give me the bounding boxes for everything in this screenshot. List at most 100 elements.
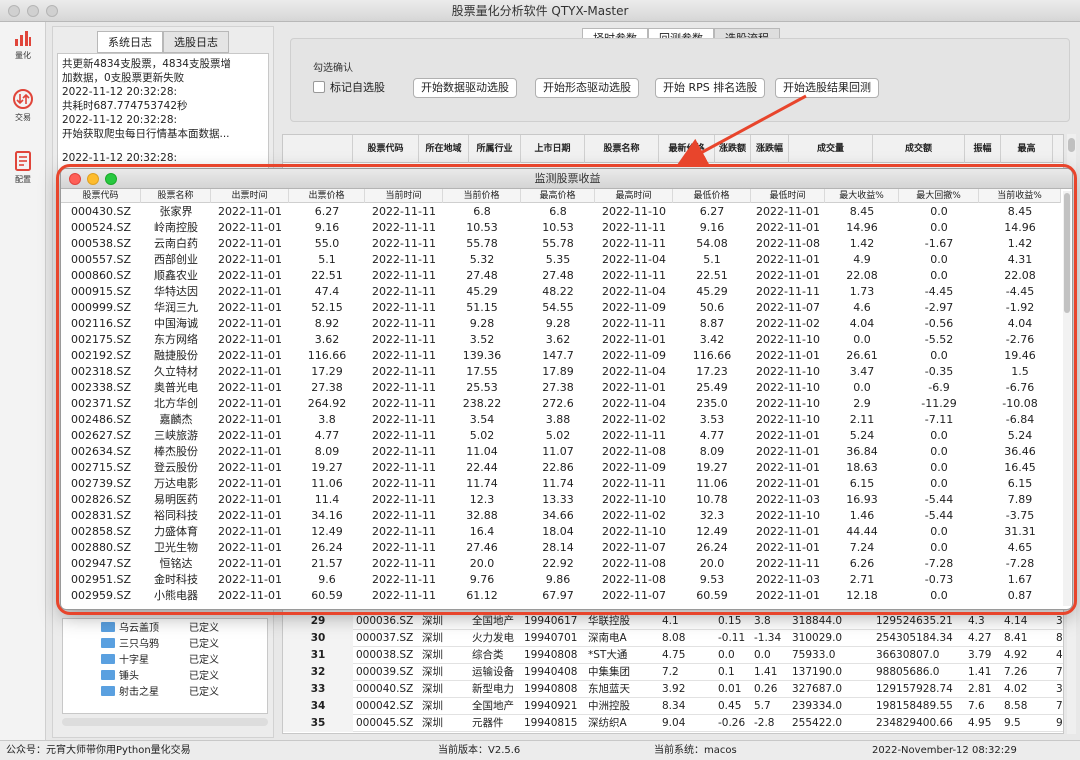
column-header[interactable]: 最低价格 bbox=[673, 189, 751, 203]
table-row[interactable]: 000999.SZ 华润三九 2022-11-01 52.15 2022-11-11 51… bbox=[61, 300, 1061, 316]
table-row[interactable]: 30 000037.SZ 深圳 火力发电 19940701 深南电A 8.08 -0.11 -1… bbox=[283, 630, 1063, 647]
table-row[interactable]: 002192.SZ 融捷股份 2022-11-01 116.66 2022-11-11 1… bbox=[61, 348, 1061, 364]
table-cell: 5.02 bbox=[545, 429, 571, 442]
table-row[interactable]: 002486.SZ 嘉麟杰 2022-11-01 3.8 2022-11-11 3.54 3… bbox=[61, 412, 1061, 428]
column-header[interactable]: 股票名称 bbox=[585, 135, 659, 163]
table-cell: 2022-11-04 bbox=[602, 365, 666, 378]
table-cell: 8.87 bbox=[699, 317, 725, 330]
table-row[interactable]: 000860.SZ 顺鑫农业 2022-11-01 22.51 2022-11-11 27… bbox=[61, 268, 1061, 284]
scrollbar-thumb[interactable] bbox=[1064, 193, 1070, 313]
table-row[interactable]: 002951.SZ 金时科技 2022-11-01 9.6 2022-11-11 9.76… bbox=[61, 572, 1061, 588]
minimize-icon[interactable] bbox=[27, 5, 39, 17]
column-header[interactable]: 上市日期 bbox=[521, 135, 585, 163]
table-cell: 8.08 bbox=[662, 632, 686, 644]
pattern-name: 射击之星 bbox=[119, 687, 159, 698]
column-header[interactable]: 涨跌幅 bbox=[751, 135, 789, 163]
table-row[interactable]: 002831.SZ 裕同科技 2022-11-01 34.16 2022-11-11 32… bbox=[61, 508, 1061, 524]
column-header[interactable]: 最大回撤% bbox=[899, 189, 979, 203]
column-header[interactable]: 股票代码 bbox=[61, 189, 141, 203]
data-driven-select-button[interactable]: 开始数据驱动选股 bbox=[413, 78, 517, 98]
table-row[interactable]: 002116.SZ 中国海诚 2022-11-01 8.92 2022-11-11 9.2… bbox=[61, 316, 1061, 332]
table-cell: 2022-11-07 bbox=[756, 301, 820, 314]
table-row[interactable]: 002858.SZ 力盛体育 2022-11-01 12.49 2022-11-11 16… bbox=[61, 524, 1061, 540]
table-row[interactable]: 31 000038.SZ 深圳 综合类 19940808 *ST大通 4.75 0.0 0.0 7… bbox=[283, 647, 1063, 664]
table-row[interactable]: 002826.SZ 易明医药 2022-11-01 11.4 2022-11-11 12.… bbox=[61, 492, 1061, 508]
table-row[interactable]: 29 000036.SZ 深圳 全国地产 19940617 华联控股 4.1 0.15 3.8 3… bbox=[283, 613, 1063, 630]
column-header[interactable]: 当前收益% bbox=[979, 189, 1061, 203]
table-row[interactable]: 000524.SZ 岭南控股 2022-11-01 9.16 2022-11-11 10.… bbox=[61, 220, 1061, 236]
column-header[interactable]: 当前时间 bbox=[365, 189, 443, 203]
table-row[interactable]: 000557.SZ 西部创业 2022-11-01 5.1 2022-11-11 5.32… bbox=[61, 252, 1061, 268]
row-index: 29 bbox=[283, 613, 353, 630]
pattern-driven-select-button[interactable]: 开始形态驱动选股 bbox=[535, 78, 639, 98]
table-row[interactable]: 002627.SZ 三峡旅游 2022-11-01 4.77 2022-11-11 5.0… bbox=[61, 428, 1061, 444]
table-row[interactable]: 32 000039.SZ 深圳 运输设备 19940408 中集集团 7.2 0.1 1.41 1… bbox=[283, 664, 1063, 681]
table-row[interactable]: 002338.SZ 奥普光电 2022-11-01 27.38 2022-11-11 25… bbox=[61, 380, 1061, 396]
column-header[interactable]: 最高时间 bbox=[595, 189, 673, 203]
table-row[interactable]: 33 000040.SZ 深圳 新型电力 19940808 东旭蓝天 3.92 0.01 0.2… bbox=[283, 681, 1063, 698]
table-cell: 2022-11-01 bbox=[756, 269, 820, 282]
column-header[interactable]: 最大收益% bbox=[825, 189, 899, 203]
column-header[interactable]: 振幅 bbox=[965, 135, 1001, 163]
nav-item-quant[interactable]: 量化 bbox=[0, 28, 46, 61]
table-cell: 54.08 bbox=[696, 237, 728, 250]
column-header[interactable]: 出票价格 bbox=[289, 189, 365, 203]
column-header[interactable]: 当前价格 bbox=[443, 189, 521, 203]
column-header[interactable]: 所在地域 bbox=[419, 135, 469, 163]
window-titlebar: 股票量化分析软件 QTYX-Master bbox=[0, 0, 1080, 22]
column-header[interactable]: 出票时间 bbox=[211, 189, 289, 203]
scrollbar-thumb[interactable] bbox=[1068, 138, 1075, 152]
column-header[interactable]: 最高价格 bbox=[521, 189, 595, 203]
column-header[interactable]: 最低时间 bbox=[751, 189, 825, 203]
list-item[interactable]: 乌云盖顶 已定义 bbox=[101, 619, 229, 634]
table-row[interactable]: 002739.SZ 万达电影 2022-11-01 11.06 2022-11-11 11… bbox=[61, 476, 1061, 492]
table-row[interactable]: 000538.SZ 云南白药 2022-11-01 55.0 2022-11-11 55.… bbox=[61, 236, 1061, 252]
table-cell: 7.89 bbox=[1007, 493, 1033, 506]
table-cell: 2022-11-11 bbox=[602, 317, 666, 330]
nav-item-config[interactable]: 配置 bbox=[0, 150, 46, 185]
list-item[interactable]: 十字星 已定义 bbox=[101, 651, 229, 666]
column-header[interactable]: 股票名称 bbox=[141, 189, 211, 203]
column-header[interactable]: 成交量 bbox=[789, 135, 873, 163]
table-row[interactable]: 34 000042.SZ 深圳 全国地产 19940921 中洲控股 8.34 0.45 5.7… bbox=[283, 698, 1063, 715]
column-header[interactable] bbox=[1053, 135, 1063, 163]
table-row[interactable]: 000915.SZ 华特达因 2022-11-01 47.4 2022-11-11 45.… bbox=[61, 284, 1061, 300]
backtest-results-button[interactable]: 开始选股结果回测 bbox=[775, 78, 879, 98]
minimize-icon[interactable] bbox=[87, 173, 99, 185]
column-header[interactable]: 最新价格 bbox=[659, 135, 715, 163]
table-row[interactable]: 002947.SZ 恒铭达 2022-11-01 21.57 2022-11-11 20.… bbox=[61, 556, 1061, 572]
tab-selection-log[interactable]: 选股日志 bbox=[163, 31, 229, 53]
rps-rank-select-button[interactable]: 开始 RPS 排名选股 bbox=[655, 78, 766, 98]
table-row[interactable]: 002880.SZ 卫光生物 2022-11-01 26.24 2022-11-11 27… bbox=[61, 540, 1061, 556]
column-header[interactable] bbox=[283, 135, 353, 163]
table-row[interactable]: 002175.SZ 东方网络 2022-11-01 3.62 2022-11-11 3.5… bbox=[61, 332, 1061, 348]
close-icon[interactable] bbox=[8, 5, 20, 17]
table-cell: 255422.0 bbox=[792, 717, 843, 729]
zoom-icon[interactable] bbox=[46, 5, 58, 17]
column-header[interactable]: 涨跌额 bbox=[715, 135, 751, 163]
mark-favorites-checkbox[interactable]: 标记自选股 bbox=[313, 79, 385, 95]
table-cell: 19940617 bbox=[524, 615, 578, 627]
table-row[interactable]: 002959.SZ 小熊电器 2022-11-01 60.59 2022-11-11 61… bbox=[61, 588, 1061, 604]
column-header[interactable]: 所属行业 bbox=[469, 135, 521, 163]
list-item[interactable]: 三只乌鸦 已定义 bbox=[101, 635, 229, 650]
table-cell: 9 bbox=[1056, 717, 1063, 729]
table-row[interactable]: 002634.SZ 棒杰股份 2022-11-01 8.09 2022-11-11 11.… bbox=[61, 444, 1061, 460]
column-header[interactable]: 成交额 bbox=[873, 135, 965, 163]
list-item[interactable]: 射击之星 已定义 bbox=[101, 683, 229, 698]
table-row[interactable]: 002318.SZ 久立特材 2022-11-01 17.29 2022-11-11 17… bbox=[61, 364, 1061, 380]
table-row[interactable]: 35 000045.SZ 深圳 元器件 19940815 深纺织A 9.04 -0.26 -2.… bbox=[283, 715, 1063, 732]
close-icon[interactable] bbox=[69, 173, 81, 185]
column-header[interactable]: 最高 bbox=[1001, 135, 1053, 163]
tab-system-log[interactable]: 系统日志 bbox=[97, 31, 163, 53]
checkbox-box[interactable] bbox=[313, 81, 325, 93]
table-row[interactable]: 000430.SZ 张家界 2022-11-01 6.27 2022-11-11 6.8 6… bbox=[61, 204, 1061, 220]
zoom-icon[interactable] bbox=[105, 173, 117, 185]
list-item[interactable]: 锤头 已定义 bbox=[101, 667, 229, 682]
pattern-list-scrollbar[interactable] bbox=[62, 718, 268, 726]
nav-item-trade[interactable]: 交易 bbox=[0, 88, 46, 123]
popup-scrollbar[interactable] bbox=[1063, 191, 1071, 606]
table-row[interactable]: 002715.SZ 登云股份 2022-11-01 19.27 2022-11-11 22… bbox=[61, 460, 1061, 476]
column-header[interactable]: 股票代码 bbox=[353, 135, 419, 163]
table-row[interactable]: 002371.SZ 北方华创 2022-11-01 264.92 2022-11-11 2… bbox=[61, 396, 1061, 412]
